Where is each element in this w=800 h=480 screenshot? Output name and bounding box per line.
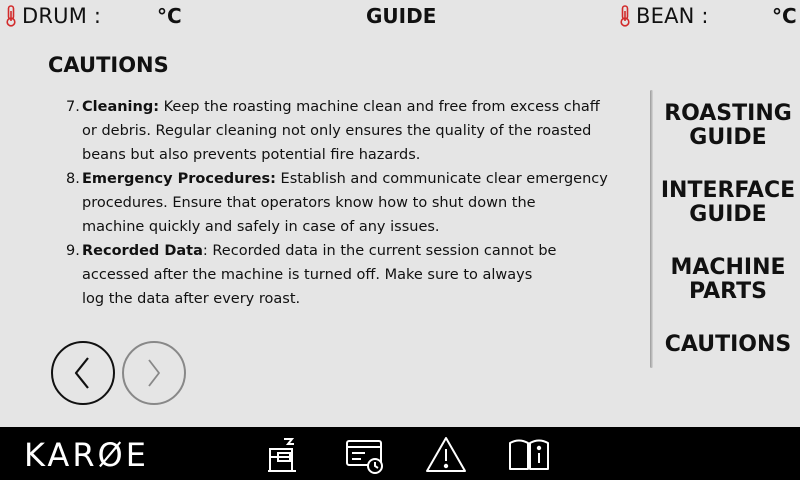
thermometer-icon xyxy=(620,5,630,27)
nav-divider xyxy=(650,90,653,368)
item-number: 8. xyxy=(66,171,80,187)
bean-label: BEAN : xyxy=(636,4,709,28)
item-text: : Recorded data in the current session c… xyxy=(202,243,557,259)
chevron-right-icon xyxy=(148,359,160,387)
item-text: or debris. Regular cleaning not only ens… xyxy=(82,123,592,139)
brand-logo: KARØE xyxy=(24,436,149,474)
item-number: 7. xyxy=(66,99,80,115)
nav-label: GUIDE xyxy=(689,202,767,227)
item-text: Establish and communicate clear emergenc… xyxy=(280,171,608,187)
list-item: 7. Cleaning: Keep the roasting machine c… xyxy=(66,95,606,167)
nav-label: GUIDE xyxy=(689,125,767,150)
nav-cautions[interactable]: CAUTIONS xyxy=(656,333,800,357)
nav-label: MACHINE xyxy=(670,255,786,280)
list-item: 8. Emergency Procedures: Establish and c… xyxy=(66,167,608,239)
nav-label: INTERFACE xyxy=(660,178,796,203)
nav-label: ROASTING xyxy=(664,101,792,126)
previous-page-button[interactable] xyxy=(51,341,115,405)
nav-label: CAUTIONS xyxy=(664,332,792,357)
nav-machine-parts[interactable]: MACHINE PARTS xyxy=(656,256,800,304)
item-heading: Cleaning: xyxy=(82,99,160,115)
item-number: 9. xyxy=(66,243,80,259)
nav-interface-guide[interactable]: INTERFACE GUIDE xyxy=(656,179,800,227)
section-title: CAUTIONS xyxy=(48,53,169,77)
nav-label: PARTS xyxy=(689,279,767,304)
guide-book-icon[interactable] xyxy=(508,435,550,475)
drum-label: DRUM : xyxy=(22,4,102,28)
page-title: GUIDE xyxy=(366,4,437,28)
bottom-toolbar: KARØE xyxy=(0,427,800,480)
chevron-left-icon xyxy=(74,357,89,389)
nav-roasting-guide[interactable]: ROASTING GUIDE xyxy=(656,102,800,150)
cautions-list: 7. Cleaning: Keep the roasting machine c… xyxy=(66,95,608,311)
item-heading: Recorded Data xyxy=(82,243,203,259)
item-text: log the data after every roast. xyxy=(82,291,301,307)
item-text: beans but also prevents potential fire h… xyxy=(82,147,421,163)
bean-temp-group: BEAN : xyxy=(618,4,709,28)
list-item: 9. Recorded Data: Recorded data in the c… xyxy=(66,239,606,311)
history-icon[interactable] xyxy=(345,435,387,475)
top-status-bar: DRUM : °C GUIDE BEAN : °C xyxy=(0,0,800,34)
bean-unit: °C xyxy=(772,4,797,28)
warning-icon[interactable] xyxy=(425,435,467,475)
item-text: procedures. Ensure that operators know h… xyxy=(82,195,536,211)
item-heading: Emergency Procedures: xyxy=(82,171,276,187)
roaster-icon[interactable] xyxy=(264,435,306,475)
drum-temp-group: DRUM : xyxy=(4,4,101,28)
item-text: Keep the roasting machine clean and free… xyxy=(163,99,600,115)
thermometer-icon xyxy=(6,5,16,27)
next-page-button[interactable] xyxy=(122,341,186,405)
item-text: accessed after the machine is turned off… xyxy=(82,267,533,283)
guide-nav: ROASTING GUIDE INTERFACE GUIDE MACHINE P… xyxy=(650,90,800,370)
drum-unit: °C xyxy=(157,4,182,28)
item-text: machine quickly and safely in case of an… xyxy=(82,219,440,235)
